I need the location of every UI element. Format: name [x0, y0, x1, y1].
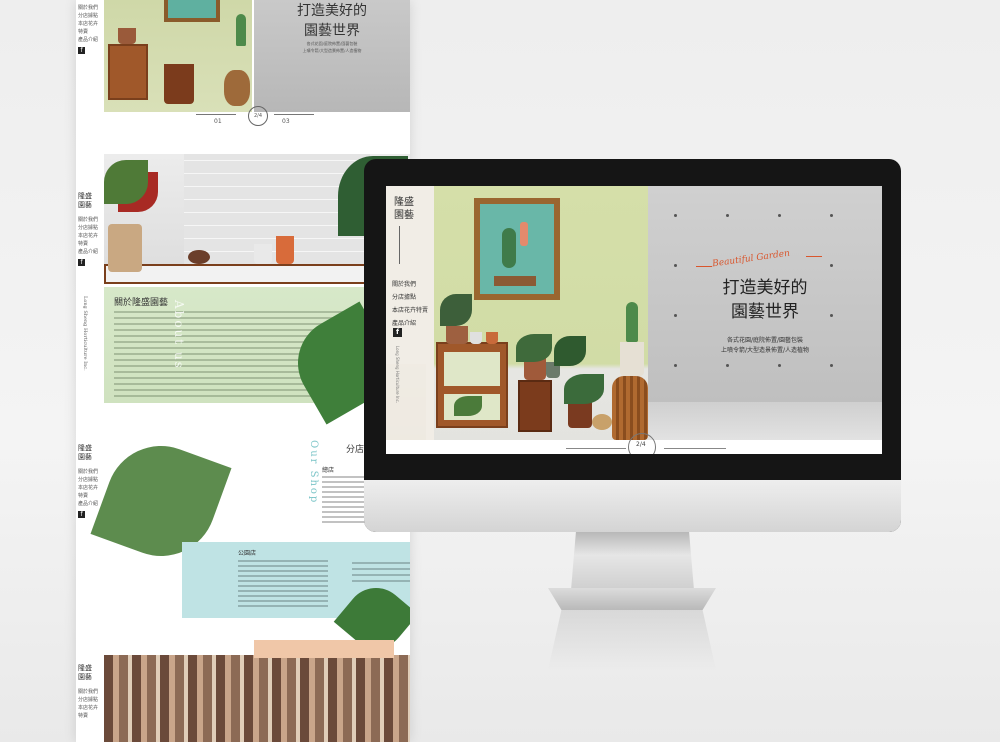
nav-item[interactable]: 關於我們 — [78, 468, 102, 476]
nav-item[interactable]: 本店花卉特賣 — [78, 232, 102, 248]
nav-item[interactable]: 分店據點 — [78, 476, 102, 484]
nav-item[interactable]: 本店花卉特賣 — [78, 704, 102, 720]
long-page-mockup: 關於我們 分店據點 本店花卉特賣 產品介紹 f 打造美好的 園藝世界 各式花園/… — [76, 0, 410, 742]
imac-screen: Beautiful Garden 打造美好的 園藝世界 各式花園/庭院佈置/園藝… — [386, 186, 882, 454]
wooden-shelf — [108, 44, 148, 100]
hero-subtitle: 各式花園/庭院佈置/園藝包裝 上噴令箭/大型造景佈置/人造植物 — [720, 337, 810, 354]
nav-item[interactable]: 產品介紹 — [78, 248, 102, 256]
pager-prev[interactable]: 01 — [214, 118, 222, 125]
side-nav-stones: 隆盛 園藝 關於我們 分店據點 本店花卉特賣 — [78, 664, 102, 720]
hero-title: 打造美好的 園藝世界 — [722, 278, 808, 322]
main-store-label: 總店 — [322, 467, 335, 474]
wood-stand — [164, 64, 194, 104]
stone-display-photo — [104, 655, 410, 742]
plant-pot — [486, 332, 498, 344]
plant-leaves — [440, 294, 472, 326]
brand-divider — [399, 226, 400, 264]
concrete-panel: 打造美好的 園藝世界 各式花園/庭院佈置/園藝包裝 上噴令箭/大型造景佈置/人造… — [254, 0, 410, 112]
facebook-icon[interactable]: f — [393, 328, 402, 337]
pager-next[interactable] — [664, 448, 726, 449]
art-frame — [474, 198, 560, 300]
nav-item[interactable]: 產品介紹 — [78, 500, 102, 508]
side-nav: 隆盛 園藝 關於我們 分店據點 本店花卉特賣 產品介紹 f Long Sheng… — [386, 186, 434, 440]
shop-en-label: Our Shop — [308, 440, 319, 505]
facebook-icon[interactable]: f — [78, 259, 85, 266]
nav-item[interactable]: 分店據點 — [78, 224, 102, 232]
nav-item[interactable]: 產品介紹 — [78, 36, 102, 44]
side-nav-shop: 隆盛 園藝 關於我們 分店據點 本店花卉特賣 產品介紹 f — [78, 444, 102, 518]
nav-item[interactable]: 關於我們 — [78, 688, 102, 696]
nav-item[interactable]: 本店花卉特賣 — [78, 20, 102, 36]
nav-item[interactable]: 關於我們 — [78, 216, 102, 224]
terracotta-pot — [276, 236, 294, 264]
bowl — [188, 250, 210, 264]
hero-section: 打造美好的 園藝世界 各式花園/庭院佈置/園藝包裝 上噴令箭/大型造景佈置/人造… — [104, 0, 410, 112]
hero-title: 打造美好的 園藝世界 — [297, 3, 367, 39]
about-title: 關於隆盛園藝 — [114, 298, 169, 308]
facebook-icon[interactable]: f — [78, 511, 85, 518]
hero-pager: 01 2/4 03 — [104, 106, 410, 132]
peach-band — [254, 640, 394, 658]
nav-menu: 關於我們 分店據點 本店花卉特賣 產品介紹 — [392, 278, 428, 330]
stand-reflection — [548, 610, 716, 670]
hero-subtitle: 各式花園/庭院佈置/園藝包裝 上噴令箭/大型造景佈置/人造植物 — [302, 41, 362, 53]
nav-item[interactable]: 本店花卉特賣 — [78, 484, 102, 500]
plant-pot — [592, 414, 612, 430]
plant-leaves — [554, 336, 586, 366]
white-pot — [254, 244, 272, 264]
cactus — [626, 302, 638, 342]
nav-item-shops[interactable]: 分店據點 — [392, 291, 428, 304]
pager-ring — [628, 433, 656, 454]
side-nav-top: 關於我們 分店據點 本店花卉特賣 產品介紹 f — [78, 4, 102, 54]
plant-leaves — [454, 396, 482, 416]
plant-pot — [568, 400, 592, 428]
plant-pot — [118, 28, 136, 44]
vertical-tagline: Long Sheng Horticulture Inc. — [82, 296, 88, 371]
vertical-tagline: Long Sheng Horticulture Inc. — [395, 346, 400, 404]
pager-current: 2/4 — [248, 106, 268, 126]
hero-pager: 2/4 — [566, 433, 726, 454]
imac-stand-neck — [571, 532, 694, 590]
foliage — [104, 160, 148, 204]
plant-leaves — [564, 374, 604, 404]
facebook-icon[interactable]: f — [78, 47, 85, 54]
brand-logo[interactable]: 隆盛 園藝 — [78, 664, 102, 682]
nav-item-about[interactable]: 關於我們 — [392, 278, 428, 291]
nav-item[interactable]: 分店據點 — [78, 696, 102, 704]
rattan-stand — [612, 376, 648, 440]
white-pot — [620, 342, 644, 376]
nav-item[interactable]: 分店據點 — [78, 12, 102, 20]
imac-stand-base — [548, 588, 716, 610]
nav-item-sale[interactable]: 本店花卉特賣 — [392, 304, 428, 317]
pager-prev[interactable] — [566, 448, 626, 449]
branch-store-label: 公園店 — [238, 550, 257, 557]
plant-pot — [108, 224, 142, 272]
art-frame — [164, 0, 220, 22]
brand-logo[interactable]: 隆盛 園藝 — [78, 444, 102, 462]
rattan-stand — [224, 70, 250, 106]
imac-chin — [364, 480, 901, 532]
side-nav-about: 隆盛 園藝 關於我們 分店據點 本店花卉特賣 產品介紹 f — [78, 192, 102, 266]
brand-logo[interactable]: 隆盛 園藝 — [394, 196, 414, 222]
plant-leaves — [516, 334, 552, 362]
pager-next[interactable]: 03 — [282, 118, 290, 125]
wood-stand — [518, 380, 552, 432]
brand-logo[interactable]: 隆盛 園藝 — [78, 192, 102, 210]
about-en-label: About us — [172, 300, 186, 370]
cactus — [236, 14, 246, 46]
plant-pot — [470, 332, 482, 344]
plant-pot — [446, 326, 468, 344]
nav-item[interactable]: 關於我們 — [78, 4, 102, 12]
